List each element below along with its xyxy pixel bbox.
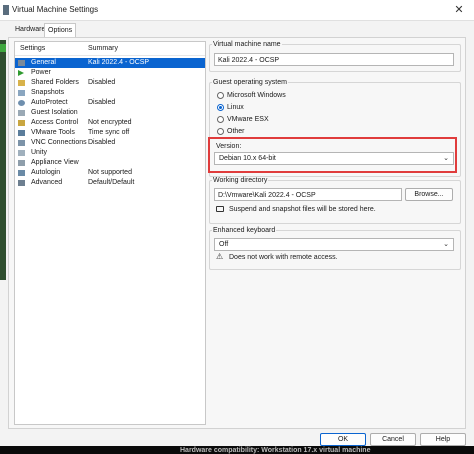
- tab-options[interactable]: Options: [44, 23, 77, 37]
- list-item-summary: Default/Default: [88, 179, 135, 186]
- radio-microsoft-windows[interactable]: [217, 92, 224, 99]
- list-item-snapshots[interactable]: Snapshots: [15, 88, 205, 98]
- list-item-advanced[interactable]: Advanced Default/Default: [15, 178, 205, 188]
- window-title: Virtual Machine Settings: [12, 5, 99, 14]
- working-dir-input[interactable]: D:\Vmware\Kali 2022.4 - OCSP: [214, 188, 402, 201]
- list-item-general[interactable]: General Kali 2022.4 - OCSP: [15, 58, 205, 68]
- header-summary: Summary: [88, 45, 118, 52]
- radio-label-linux: Linux: [227, 104, 244, 111]
- general-icon: [18, 60, 25, 66]
- list-item-summary: Time sync off: [88, 129, 130, 136]
- radio-label-esx: VMware ESX: [227, 116, 269, 123]
- keyboard-value: Off: [219, 241, 229, 248]
- vm-name-input[interactable]: Kali 2022.4 - OCSP: [214, 53, 454, 66]
- list-item-summary: Not supported: [88, 169, 132, 176]
- vm-settings-window: Virtual Machine Settings ✕ Hardware Opti…: [0, 0, 474, 454]
- tab-bar: Hardware Options: [0, 21, 474, 37]
- close-icon[interactable]: ✕: [452, 3, 466, 17]
- list-item-summary: Kali 2022.4 - OCSP: [88, 59, 150, 66]
- list-item-vmware-tools[interactable]: VMware Tools Time sync off: [15, 128, 205, 138]
- guest-os-label: Guest operating system: [212, 79, 288, 86]
- list-item-name: Snapshots: [31, 89, 65, 96]
- browse-button[interactable]: Browse...: [405, 188, 453, 201]
- autoprotect-icon: [18, 100, 25, 106]
- keyboard-hint: Does not work with remote access.: [229, 254, 338, 261]
- list-item-name: AutoProtect: [31, 99, 68, 106]
- list-item-vnc-connections[interactable]: VNC Connections Disabled: [15, 138, 205, 148]
- app-icon: [3, 5, 9, 15]
- settings-list[interactable]: Settings Summary General Kali 2022.4 - O…: [14, 41, 206, 425]
- advanced-icon: [18, 180, 25, 186]
- cancel-button[interactable]: Cancel: [370, 433, 416, 446]
- info-message-icon: [216, 206, 224, 212]
- vmware-tools-icon: [18, 130, 25, 136]
- list-item-name: VMware Tools: [31, 129, 75, 136]
- list-item-name: Guest Isolation: [31, 109, 78, 116]
- access-control-icon: [18, 120, 25, 126]
- list-item-summary: Disabled: [88, 139, 116, 146]
- keyboard-select[interactable]: Off ⌄: [214, 238, 454, 251]
- shared-folders-icon: [18, 80, 25, 86]
- working-dir-group: [209, 180, 461, 224]
- snapshots-icon: [18, 90, 25, 96]
- working-dir-hint: Suspend and snapshot files will be store…: [229, 206, 376, 213]
- vm-name-label: Virtual machine name: [212, 41, 282, 48]
- list-item-name: Access Control: [31, 119, 79, 126]
- list-item-name: Unity: [31, 149, 47, 156]
- appliance-view-icon: [18, 160, 25, 166]
- unity-icon: [18, 150, 25, 156]
- radio-other[interactable]: [217, 128, 224, 135]
- list-item-name: Appliance View: [31, 159, 79, 166]
- list-item-summary: Disabled: [88, 99, 116, 106]
- hardware-compatibility-text: Hardware compatibility: Workstation 17.x…: [180, 447, 371, 454]
- list-item-name: General: [31, 59, 56, 66]
- keyboard-label: Enhanced keyboard: [212, 227, 277, 234]
- list-item-power[interactable]: Power: [15, 68, 205, 78]
- list-item-name: Autologin: [31, 169, 61, 176]
- list-item-name: Advanced: [31, 179, 63, 186]
- chevron-down-icon: ⌄: [443, 241, 449, 248]
- tab-hardware[interactable]: Hardware: [12, 23, 48, 36]
- radio-label-other: Other: [227, 128, 245, 135]
- radio-linux[interactable]: [217, 104, 224, 111]
- guest-isolation-icon: [18, 110, 25, 116]
- warning-icon: ⚠: [216, 252, 224, 261]
- list-item-name: VNC Connections: [31, 139, 87, 146]
- working-dir-label: Working directory: [212, 177, 269, 184]
- list-item-summary: Disabled: [88, 79, 116, 86]
- header-settings: Settings: [20, 45, 46, 52]
- play-icon: [0, 44, 6, 52]
- list-item-guest-isolation[interactable]: Guest Isolation: [15, 108, 205, 118]
- list-item-shared-folders[interactable]: Shared Folders Disabled: [15, 78, 205, 88]
- radio-label-windows: Microsoft Windows: [227, 92, 286, 99]
- autologin-icon: [18, 170, 25, 176]
- list-item-name: Shared Folders: [31, 79, 79, 86]
- ok-button[interactable]: OK: [320, 433, 366, 446]
- list-item-summary: Not encrypted: [88, 119, 132, 126]
- highlight-box: [208, 137, 457, 173]
- list-item-name: Power: [31, 69, 51, 76]
- help-button[interactable]: Help: [420, 433, 466, 446]
- radio-vmware-esx[interactable]: [217, 116, 224, 123]
- background-window-strip: [0, 40, 6, 280]
- list-item-unity[interactable]: Unity: [15, 148, 205, 158]
- list-header: Settings Summary: [15, 42, 205, 56]
- vnc-icon: [18, 140, 25, 146]
- power-play-icon: [18, 70, 24, 76]
- list-item-autologin[interactable]: Autologin Not supported: [15, 168, 205, 178]
- list-item-autoprotect[interactable]: AutoProtect Disabled: [15, 98, 205, 108]
- title-bar: Virtual Machine Settings ✕: [0, 0, 474, 21]
- list-item-appliance-view[interactable]: Appliance View: [15, 158, 205, 168]
- list-item-access-control[interactable]: Access Control Not encrypted: [15, 118, 205, 128]
